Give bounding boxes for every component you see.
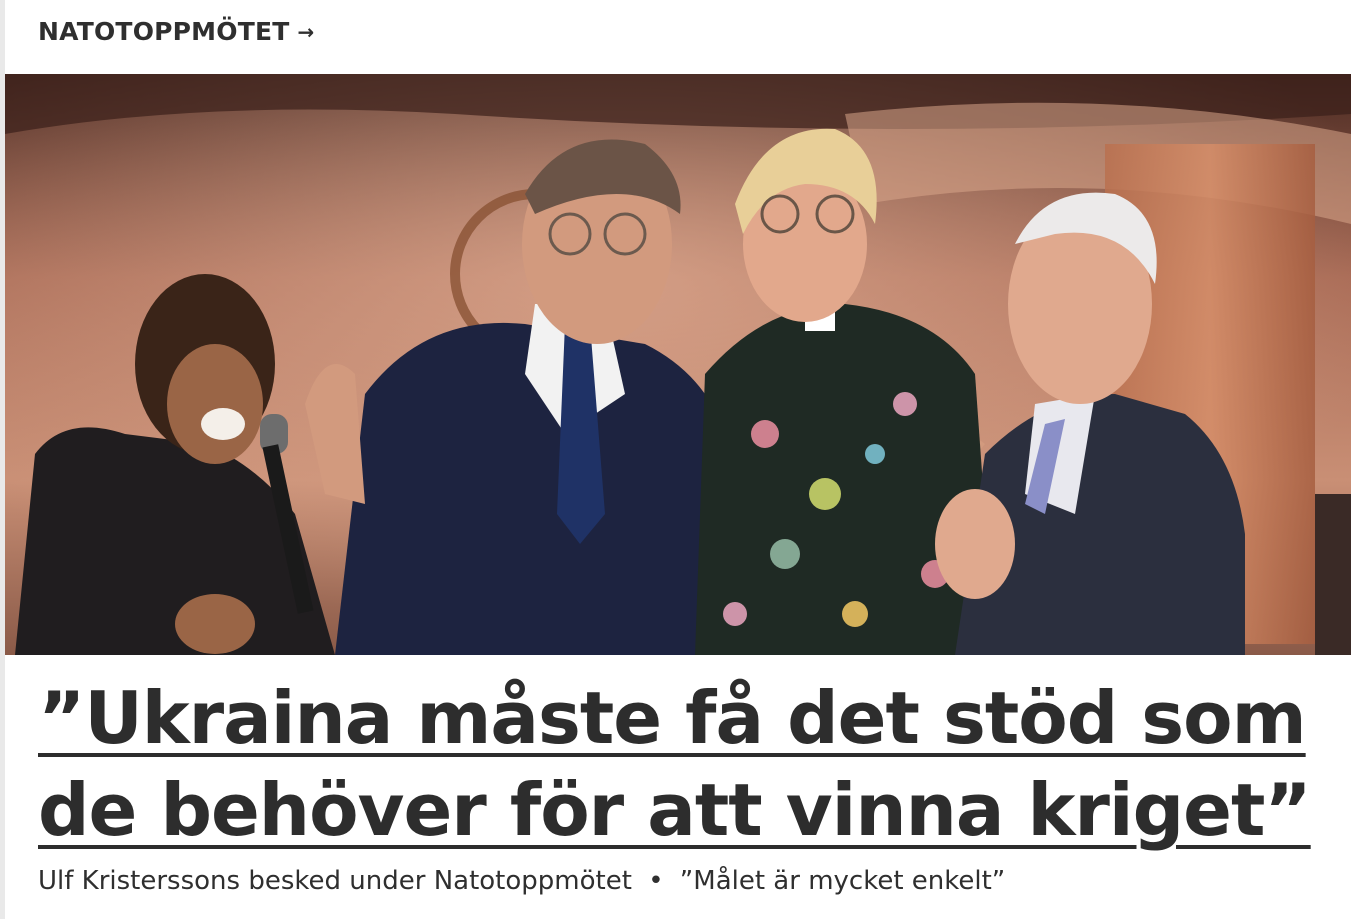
topic-label: NATOTOPPMÖTET xyxy=(38,17,290,46)
arrow-right-icon: → xyxy=(297,19,315,44)
topic-link[interactable]: NATOTOPPMÖTET → xyxy=(38,17,314,46)
hero-image[interactable] xyxy=(5,74,1351,655)
headline-line-1: ”Ukraina måste få det stöd som xyxy=(38,676,1307,760)
summary-text: Ulf Kristerssons besked under Natotoppmö… xyxy=(38,866,632,896)
bullet-separator: • xyxy=(648,866,664,896)
article-teaser: NATOTOPPMÖTET → ”Ukraina måste få det st… xyxy=(0,0,1351,919)
article-summary: Ulf Kristerssons besked under Natotoppmö… xyxy=(38,866,1005,896)
headline-line-2: de behöver för att vinna kriget” xyxy=(38,768,1312,852)
summary-quote: ”Målet är mycket enkelt” xyxy=(679,866,1006,896)
article-headline[interactable]: ”Ukraina måste få det stöd som de behöve… xyxy=(38,672,1318,856)
